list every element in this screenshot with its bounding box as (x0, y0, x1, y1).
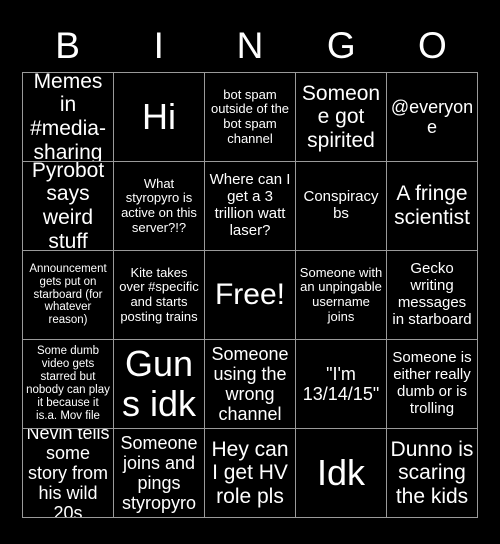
bingo-card: B I N G O Memes in #media-sharing Hi bot spam … (0, 0, 500, 544)
bingo-cell-label: Where can I get a 3 trillion watt laser? (209, 171, 291, 239)
bingo-cell-label: Guns idk (121, 342, 197, 424)
bingo-cell[interactable]: bot spam outside of the bot spam channel (205, 73, 296, 162)
bingo-cell[interactable]: Conspiracy bs (296, 162, 387, 251)
bingo-cell-label: Idk (316, 451, 366, 493)
bingo-cell-label: Hi (142, 95, 176, 137)
bingo-cell[interactable]: Kite takes over #specific and starts pos… (114, 251, 205, 340)
bingo-cell[interactable]: @everyone (387, 73, 478, 162)
bingo-cell-label: Free! (214, 278, 286, 312)
bingo-cell-label: Someone is either really dumb or is trol… (392, 349, 472, 417)
bingo-cell[interactable]: A fringe scientist (387, 162, 478, 251)
bingo-header: BINGO (22, 20, 478, 70)
bingo-cell-label: What styropyro is active on this server?… (121, 175, 197, 235)
bingo-cell[interactable]: Someone joins and pings styropyro (114, 429, 205, 518)
bingo-cell-label: Someone using the wrong channel (211, 343, 289, 425)
bingo-cell-label: Someone joins and pings styropyro (120, 432, 198, 514)
bingo-cell-label: Hey can I get HV role pls (211, 437, 289, 508)
bingo-cell[interactable]: Pyrobot says weird stuff (23, 162, 114, 251)
bingo-cell-label: @everyone (390, 96, 474, 137)
bingo-header-letter-n: N (236, 24, 264, 66)
bingo-cell-label: A fringe scientist (394, 182, 470, 229)
bingo-cell-label: "I'm 13/14/15" (302, 363, 380, 404)
bingo-header-letter-i: I (153, 24, 164, 66)
bingo-cell[interactable]: Memes in #media-sharing (23, 73, 114, 162)
bingo-cell-label: Pyrobot says weird stuff (31, 162, 105, 251)
bingo-cell[interactable]: Where can I get a 3 trillion watt laser? (205, 162, 296, 251)
bingo-cell-free[interactable]: Free! (205, 251, 296, 340)
bingo-header-letter-o: O (418, 24, 447, 66)
bingo-cell[interactable]: Someone is either really dumb or is trol… (387, 340, 478, 429)
bingo-cell-label: Announcement gets put on starboard (for … (29, 262, 107, 327)
bingo-cell[interactable]: "I'm 13/14/15" (296, 340, 387, 429)
bingo-cell[interactable]: Someone got spirited (296, 73, 387, 162)
bingo-cell-label: Gecko writing messages in starboard (392, 260, 472, 328)
bingo-cell-label: Conspiracy bs (303, 188, 379, 222)
bingo-cell-label: Some dumb video gets starred but nobody … (26, 345, 110, 422)
bingo-cell-label: Nevin tells some story from his wild 20s (26, 429, 110, 518)
bingo-cell-label: Dunno is scaring the kids (390, 437, 474, 508)
bingo-cell[interactable]: Some dumb video gets starred but nobody … (23, 340, 114, 429)
bingo-header-letter-b: B (55, 24, 80, 66)
bingo-cell[interactable]: What styropyro is active on this server?… (114, 162, 205, 251)
bingo-cell[interactable]: Hi (114, 73, 205, 162)
bingo-cell[interactable]: Idk (296, 429, 387, 518)
bingo-cell[interactable]: Announcement gets put on starboard (for … (23, 251, 114, 340)
bingo-cell-label: Memes in #media-sharing (30, 73, 106, 162)
bingo-cell[interactable]: Someone using the wrong channel (205, 340, 296, 429)
bingo-cell[interactable]: Nevin tells some story from his wild 20s (23, 429, 114, 518)
bingo-cell[interactable]: Hey can I get HV role pls (205, 429, 296, 518)
bingo-cell[interactable]: Dunno is scaring the kids (387, 429, 478, 518)
bingo-cell-label: Someone got spirited (301, 81, 381, 152)
bingo-header-letter-g: G (326, 24, 356, 66)
bingo-cell-label: Kite takes over #specific and starts pos… (119, 264, 199, 324)
bingo-cell[interactable]: Someone with an unpingable username join… (296, 251, 387, 340)
bingo-cell-label: bot spam outside of the bot spam channel (210, 86, 290, 146)
bingo-cell[interactable]: Guns idk (114, 340, 205, 429)
bingo-grid: Memes in #media-sharing Hi bot spam outsid… (22, 72, 478, 518)
bingo-cell[interactable]: Gecko writing messages in starboard (387, 251, 478, 340)
bingo-cell-label: Someone with an unpingable username join… (299, 264, 383, 324)
